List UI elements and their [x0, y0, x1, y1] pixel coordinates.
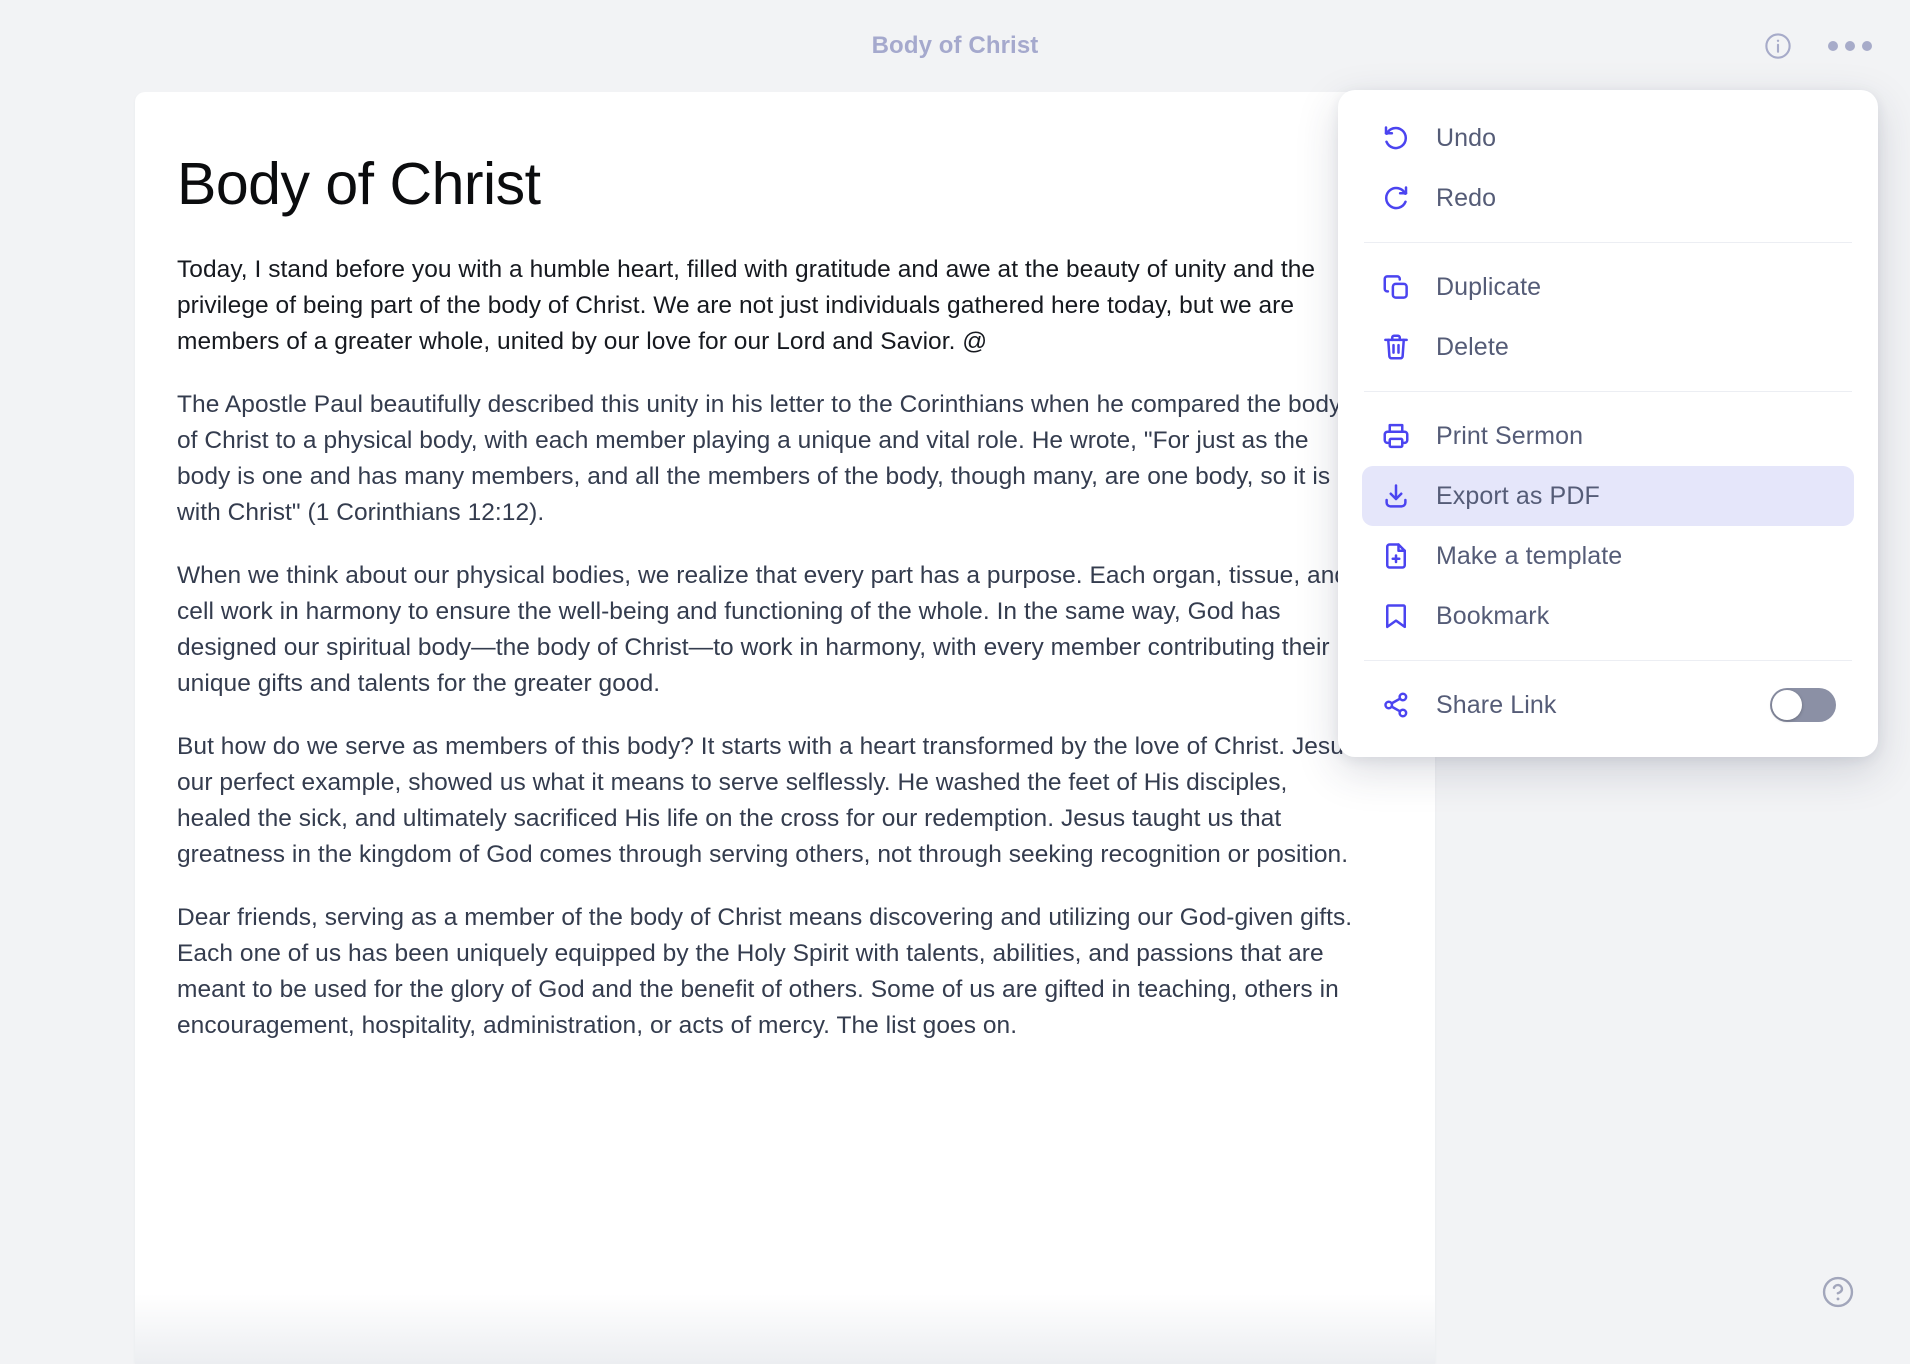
info-circle-icon[interactable] — [1760, 28, 1796, 64]
menu-divider — [1364, 660, 1852, 661]
document-title[interactable]: Body of Christ — [177, 153, 1395, 216]
menu-item-undo[interactable]: Undo — [1362, 108, 1854, 168]
file-plus-icon — [1380, 540, 1412, 572]
menu-item-label: Make a template — [1436, 541, 1623, 570]
menu-item-make-a-template[interactable]: Make a template — [1362, 526, 1854, 586]
menu-divider — [1364, 391, 1852, 392]
menu-item-label: Share Link — [1436, 690, 1557, 719]
menu-group-output: Print Sermon Export as PDF Make a templa… — [1338, 406, 1878, 646]
download-icon — [1380, 480, 1412, 512]
document-body[interactable]: Today, I stand before you with a humble … — [177, 252, 1395, 1044]
menu-item-share-link[interactable]: Share Link — [1362, 675, 1854, 735]
document-paragraph: When we think about our physical bodies,… — [177, 561, 1349, 697]
document-paragraph: Dear friends, serving as a member of the… — [177, 903, 1353, 1039]
menu-item-bookmark[interactable]: Bookmark — [1362, 586, 1854, 646]
undo-icon — [1380, 122, 1412, 154]
top-bar-actions — [1760, 0, 1874, 92]
menu-item-label: Bookmark — [1436, 601, 1550, 630]
page-title: Body of Christ — [871, 32, 1039, 59]
menu-item-label: Print Sermon — [1436, 421, 1584, 450]
document-card: Body of Christ Today, I stand before you… — [135, 92, 1435, 1364]
redo-icon — [1380, 182, 1412, 214]
share-icon — [1380, 689, 1412, 721]
menu-item-export-as-pdf[interactable]: Export as PDF — [1362, 466, 1854, 526]
menu-item-label: Export as PDF — [1436, 481, 1600, 510]
menu-item-redo[interactable]: Redo — [1362, 168, 1854, 228]
menu-group-share: Share Link — [1338, 675, 1878, 735]
menu-item-duplicate[interactable]: Duplicate — [1362, 257, 1854, 317]
document-paragraph: But how do we serve as members of this b… — [177, 732, 1364, 868]
menu-item-print-sermon[interactable]: Print Sermon — [1362, 406, 1854, 466]
share-link-toggle[interactable] — [1770, 688, 1836, 722]
help-circle-icon[interactable] — [1818, 1272, 1858, 1312]
dot — [1828, 41, 1838, 51]
document-paragraph: The Apostle Paul beautifully described t… — [177, 390, 1342, 526]
toggle-knob — [1772, 690, 1802, 720]
menu-divider — [1364, 242, 1852, 243]
document-paragraph: Today, I stand before you with a humble … — [177, 255, 1316, 355]
menu-group-edit: Duplicate Delete — [1338, 257, 1878, 377]
trash-icon — [1380, 331, 1412, 363]
menu-item-label: Delete — [1436, 332, 1509, 361]
menu-item-label: Duplicate — [1436, 272, 1542, 301]
duplicate-icon — [1380, 271, 1412, 303]
printer-icon — [1380, 420, 1412, 452]
menu-item-delete[interactable]: Delete — [1362, 317, 1854, 377]
menu-item-label: Redo — [1436, 183, 1497, 212]
top-bar: Body of Christ — [0, 0, 1910, 92]
bookmark-icon — [1380, 600, 1412, 632]
more-horizontal-icon[interactable] — [1826, 35, 1874, 57]
menu-group-history: Undo Redo — [1338, 108, 1878, 228]
dot — [1862, 41, 1872, 51]
document-options-menu: Undo Redo Duplicate Delete Print Sermon … — [1338, 90, 1878, 757]
dot — [1845, 41, 1855, 51]
menu-item-label: Undo — [1436, 123, 1497, 152]
